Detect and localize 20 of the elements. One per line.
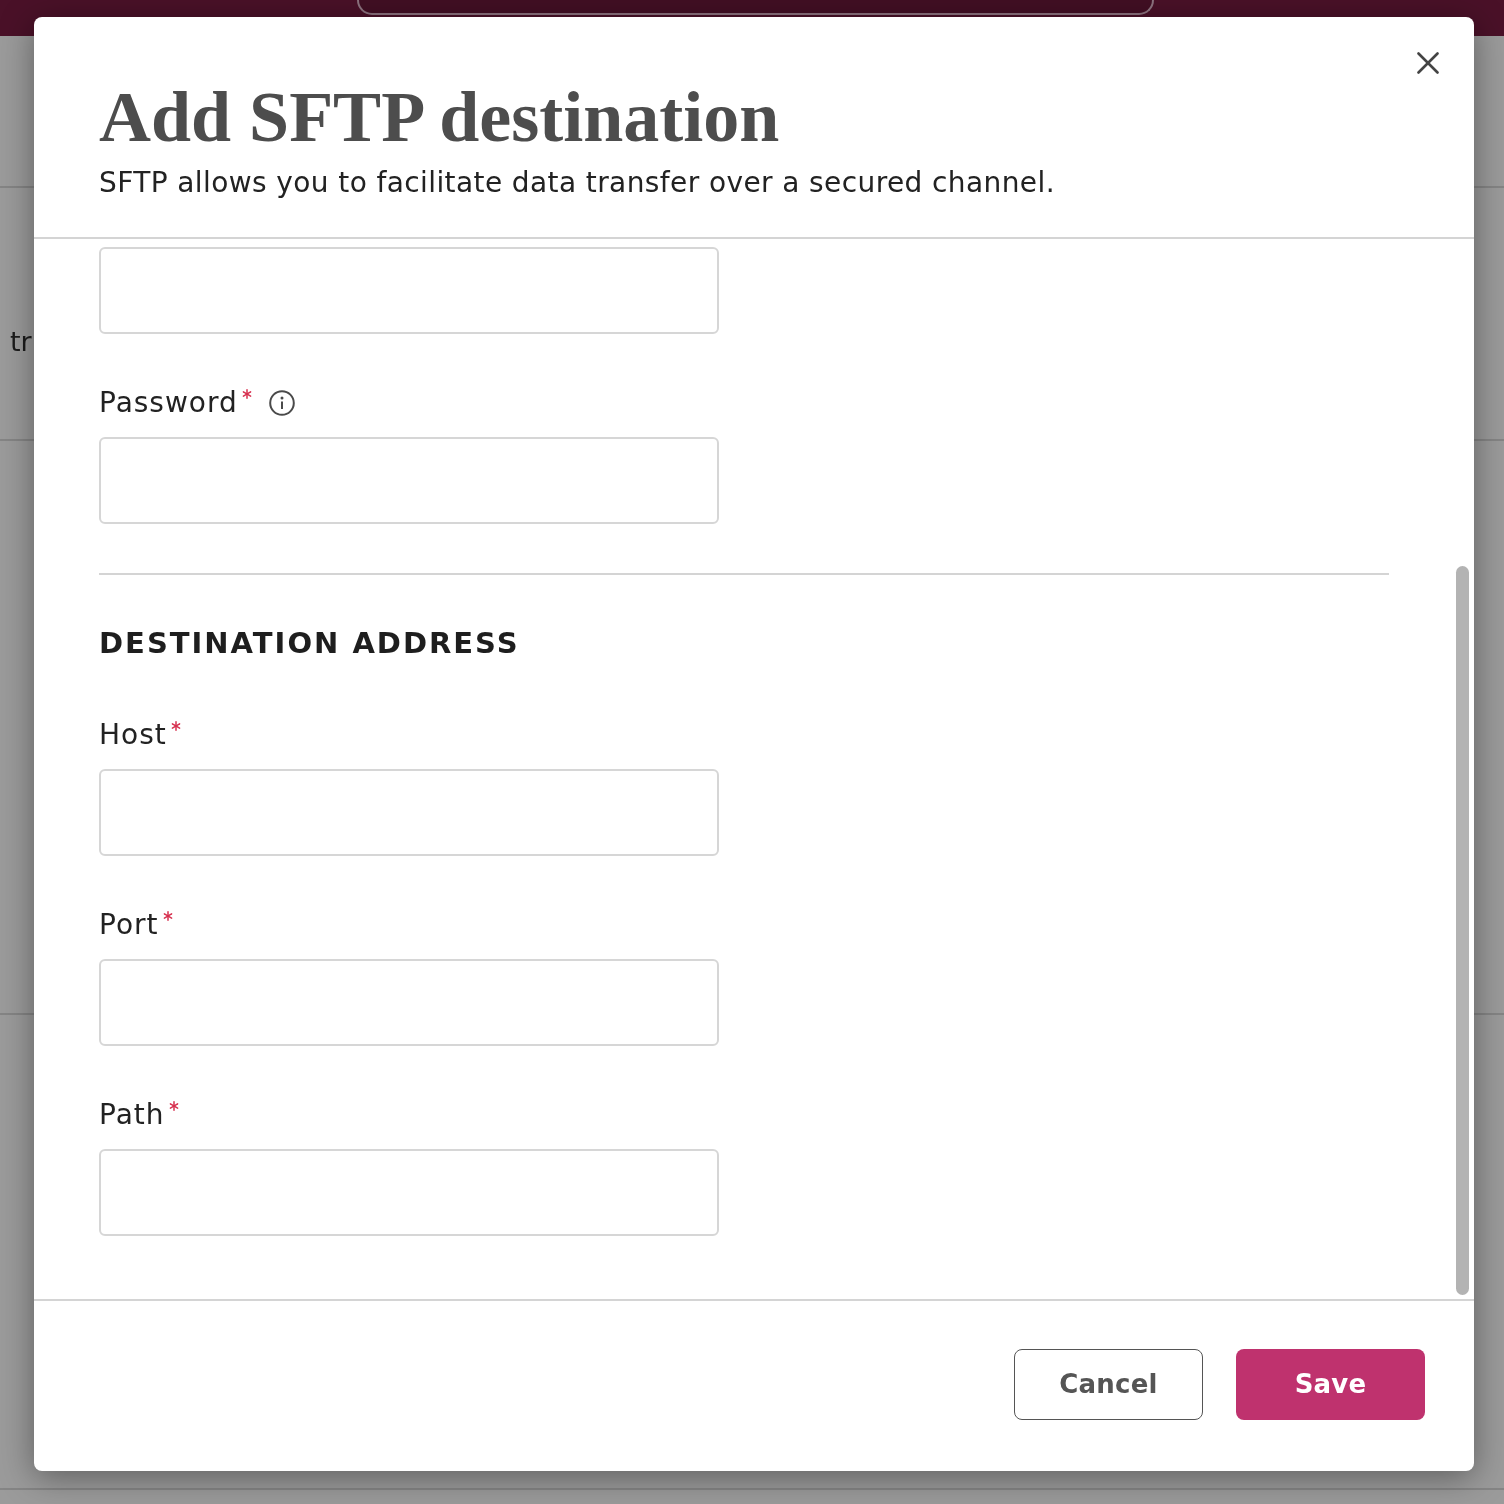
info-icon[interactable] <box>268 390 295 416</box>
dialog-title: Add SFTP destination <box>99 81 781 153</box>
dialog-subtitle: SFTP allows you to facilitate data transfer over a secured channel. <box>99 165 1055 201</box>
field-label: Port <box>99 907 159 943</box>
input-field[interactable] <box>99 769 719 856</box>
input-field[interactable] <box>99 247 719 334</box>
input-field[interactable] <box>99 1149 719 1236</box>
field-label: Path <box>99 1097 165 1133</box>
cancel-button[interactable]: Cancel <box>1014 1348 1203 1420</box>
field-label: Password <box>99 385 238 421</box>
input-field[interactable] <box>99 959 719 1046</box>
close-button[interactable] <box>1417 52 1439 74</box>
scrollbar-thumb[interactable] <box>1456 566 1469 1295</box>
search-field[interactable] <box>356 0 1154 15</box>
section-heading: DESTINATION ADDRESS <box>99 625 520 662</box>
field-label: Host <box>99 717 167 753</box>
input-field[interactable] <box>99 437 719 524</box>
page-text: tr <box>10 325 32 359</box>
save-button[interactable]: Save <box>1236 1348 1425 1420</box>
close-icon <box>1417 52 1439 74</box>
